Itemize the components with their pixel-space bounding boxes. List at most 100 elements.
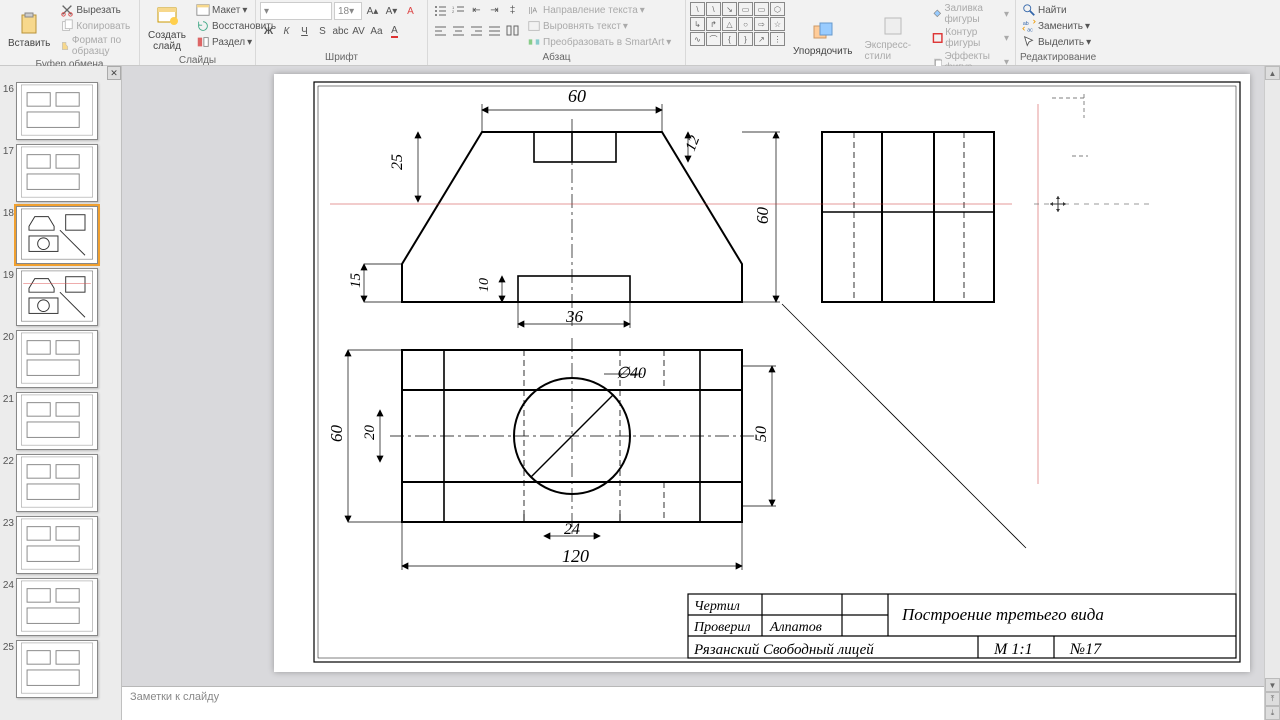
dim-120: 120 [562, 546, 589, 566]
thumb-number: 22 [2, 454, 16, 467]
select-button[interactable]: Выделить ▾ [1020, 34, 1093, 50]
quick-styles-button[interactable]: Экспресс-стили [861, 2, 926, 74]
bullets-icon[interactable] [432, 2, 449, 19]
slide-thumbnail[interactable] [16, 206, 98, 264]
shape-hex[interactable]: ⬡ [770, 2, 785, 16]
thumb-row: 16 [0, 80, 121, 142]
scroll-up-icon[interactable]: ▲ [1265, 66, 1280, 80]
shape-star[interactable]: ☆ [770, 17, 785, 31]
shape-brace2[interactable]: } [738, 32, 753, 46]
shape-curve[interactable]: ∿ [690, 32, 705, 46]
shadow-icon[interactable]: abc [332, 23, 349, 40]
svg-text:||A: ||A [529, 8, 538, 15]
format-painter-button[interactable]: Формат по образцу [58, 34, 135, 58]
dim-40: ∅40 [616, 365, 646, 382]
tb-drew: Чертил [694, 599, 740, 614]
shape-circle[interactable]: ○ [738, 17, 753, 31]
indent-icon[interactable]: ⇥ [486, 2, 503, 19]
slide-thumbnail[interactable] [16, 144, 98, 202]
slide-thumbnail[interactable] [16, 268, 98, 326]
tb-checked: Проверил [693, 620, 751, 635]
shape-outline-button[interactable]: Контур фигуры ▾ [930, 26, 1011, 50]
strike-icon[interactable]: S [314, 23, 331, 40]
thumb-row: 18 [0, 204, 121, 266]
shape-arrow[interactable]: ⇨ [754, 17, 769, 31]
slide-thumbnail[interactable] [16, 392, 98, 450]
scroll-down-icon[interactable]: ▼ [1265, 678, 1280, 692]
align-text-button[interactable]: Выровнять текст ▾ [525, 18, 673, 34]
dim-60h: 60 [753, 207, 772, 225]
slide-thumbnail[interactable] [16, 578, 98, 636]
case-icon[interactable]: Aa [368, 23, 385, 40]
shape-fill-button[interactable]: Заливка фигуры ▾ [930, 2, 1011, 26]
shape-more[interactable]: ⋮ [770, 32, 785, 46]
slide-canvas[interactable]: 60 25 12 15 10 36 60 [122, 66, 1280, 720]
shape-conn[interactable]: ↳ [690, 17, 705, 31]
thumb-number: 24 [2, 578, 16, 591]
clear-format-icon[interactable]: A [402, 3, 419, 20]
increase-font-icon[interactable]: A▴ [364, 3, 381, 20]
group-label-paragraph: Абзац [432, 51, 681, 65]
new-slide-label: Создать слайд [148, 30, 186, 52]
italic-icon[interactable]: К [278, 23, 295, 40]
dim-20: 20 [362, 425, 378, 441]
next-slide-icon[interactable]: ⤓ [1265, 706, 1280, 720]
decrease-font-icon[interactable]: A▾ [383, 3, 400, 20]
vertical-scrollbar[interactable]: ▲ ▼ ⤒ ⤓ [1264, 66, 1280, 720]
slide-thumbnail[interactable] [16, 640, 98, 698]
line-spacing-icon[interactable]: ‡ [504, 2, 521, 19]
copy-button[interactable]: Копировать [58, 18, 135, 34]
new-slide-button[interactable]: Создать слайд [144, 2, 190, 54]
font-size-combo[interactable]: 18 ▾ [334, 2, 362, 20]
paste-button[interactable]: Вставить [4, 2, 54, 58]
current-slide[interactable]: 60 25 12 15 10 36 60 [274, 74, 1250, 672]
notes-placeholder[interactable]: Заметки к слайду [122, 686, 1264, 720]
dedent-icon[interactable]: ⇤ [468, 2, 485, 19]
align-center-icon[interactable] [450, 22, 467, 39]
slide-thumbnail[interactable] [16, 516, 98, 574]
ribbon: Вставить Вырезать Копировать Формат по о… [0, 0, 1280, 66]
align-justify-icon[interactable] [486, 22, 503, 39]
text-direction-button[interactable]: ||AНаправление текста ▾ [525, 2, 673, 18]
arrange-button[interactable]: Упорядочить [789, 2, 857, 74]
shape-arrow2[interactable]: ↗ [754, 32, 769, 46]
spacing-icon[interactable]: AV [350, 23, 367, 40]
columns-icon[interactable] [504, 22, 521, 39]
shape-curve2[interactable]: ⌒ [706, 32, 721, 46]
underline-icon[interactable]: Ч [296, 23, 313, 40]
slide-thumbnail[interactable] [16, 82, 98, 140]
group-label-editing: Редактирование [1020, 51, 1090, 65]
tb-checker: Алпатов [769, 620, 822, 635]
shape-line2[interactable]: \ [706, 2, 721, 16]
svg-text:ac: ac [1027, 27, 1033, 33]
thumb-number: 16 [2, 82, 16, 95]
shape-brace[interactable]: { [722, 32, 737, 46]
shape-tri[interactable]: △ [722, 17, 737, 31]
thumb-row: 24 [0, 576, 121, 638]
shape-conn2[interactable]: ↱ [706, 17, 721, 31]
dim-15: 15 [348, 273, 364, 289]
dim-25: 25 [389, 154, 406, 170]
find-button[interactable]: Найти [1020, 2, 1093, 18]
slide-thumbnail[interactable] [16, 330, 98, 388]
shapes-gallery[interactable]: \ \ ↘ ▭ ▭ ⬡ ↳ ↱ △ ○ ⇨ ☆ ∿ ⌒ { } ↗ ⋮ [690, 2, 785, 74]
slide-thumbnail[interactable] [16, 454, 98, 512]
shape-line[interactable]: \ [690, 2, 705, 16]
replace-button[interactable]: abacЗаменить ▾ [1020, 18, 1093, 34]
shape-rect2[interactable]: ▭ [754, 2, 769, 16]
smartart-button[interactable]: Преобразовать в SmartArt ▾ [525, 34, 673, 50]
font-family-combo[interactable]: ▾ [260, 2, 332, 20]
font-color-icon[interactable]: A [386, 23, 403, 40]
numbering-icon[interactable]: 12 [450, 2, 467, 19]
prev-slide-icon[interactable]: ⤒ [1265, 692, 1280, 706]
align-left-icon[interactable] [432, 22, 449, 39]
align-right-icon[interactable] [468, 22, 485, 39]
shape-rect[interactable]: ▭ [738, 2, 753, 16]
thumb-number: 17 [2, 144, 16, 157]
close-pane-icon[interactable]: ✕ [107, 66, 121, 80]
cut-button[interactable]: Вырезать [58, 2, 135, 18]
tb-scale: M 1:1 [993, 641, 1033, 658]
thumb-row: 17 [0, 142, 121, 204]
shape-line3[interactable]: ↘ [722, 2, 737, 16]
bold-icon[interactable]: Ж [260, 23, 277, 40]
